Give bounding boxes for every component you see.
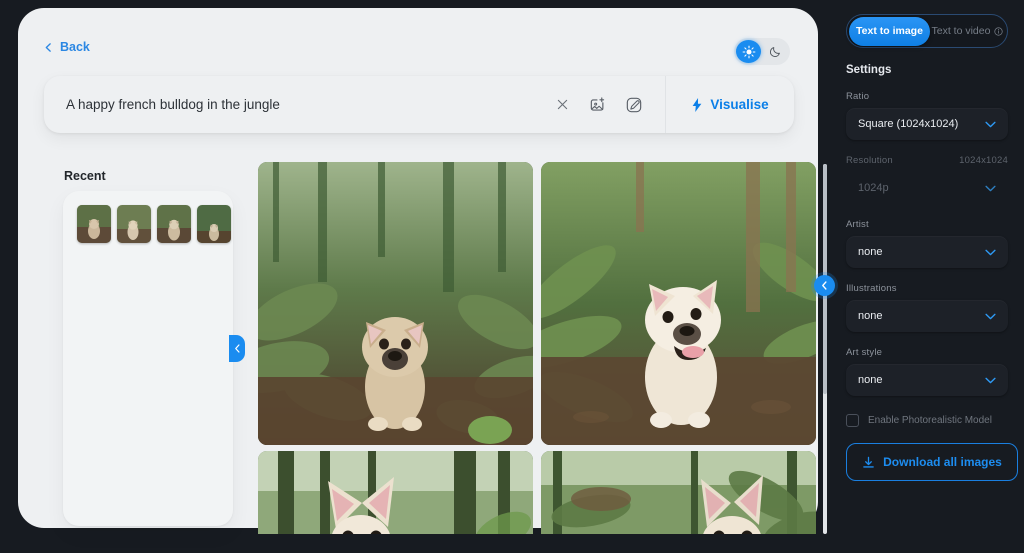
photorealistic-checkbox[interactable] <box>846 414 859 427</box>
generated-image[interactable] <box>258 451 533 534</box>
close-icon[interactable] <box>551 94 573 116</box>
brush-edit-icon[interactable] <box>623 94 645 116</box>
image-grid <box>258 162 818 534</box>
illustrations-value: none <box>858 310 883 322</box>
chevron-left-icon <box>44 42 53 52</box>
recent-thumbnail[interactable] <box>77 205 111 243</box>
theme-toggle[interactable] <box>734 38 790 65</box>
main-card: Back A happy french bulldog in the jungl… <box>18 8 827 534</box>
tab-text-to-image-label: Text to image <box>856 25 923 37</box>
prompt-actions <box>551 94 665 116</box>
recent-panel <box>63 191 233 526</box>
download-icon <box>862 456 875 469</box>
recent-thumbnail[interactable] <box>197 205 231 243</box>
generated-image[interactable] <box>541 162 816 445</box>
resolution-select: 1024p <box>846 172 1008 204</box>
art-style-value: none <box>858 374 883 386</box>
back-button-label: Back <box>60 40 90 54</box>
photorealistic-label: Enable Photorealistic Model <box>868 415 992 426</box>
chevron-down-icon <box>985 313 996 320</box>
recent-thumbnail[interactable] <box>157 205 191 243</box>
app-root: Back A happy french bulldog in the jungl… <box>0 0 1024 553</box>
ratio-label: Ratio <box>846 91 870 102</box>
art-style-select[interactable]: none <box>846 364 1008 396</box>
prompt-input[interactable] <box>66 97 551 112</box>
artist-label: Artist <box>846 219 869 230</box>
add-image-icon[interactable] <box>587 94 609 116</box>
photorealistic-checkbox-row[interactable]: Enable Photorealistic Model <box>846 414 1008 427</box>
download-all-images-button[interactable]: Download all images <box>846 443 1018 481</box>
recent-title: Recent <box>64 169 106 183</box>
chevron-left-icon <box>821 281 828 290</box>
resolution-label: Resolution <box>846 155 893 166</box>
chevron-down-icon <box>985 185 996 192</box>
chevron-left-icon <box>234 344 241 353</box>
sun-icon[interactable] <box>736 40 761 63</box>
resolution-hint: 1024x1024 <box>959 155 1008 166</box>
artist-value: none <box>858 246 883 258</box>
generated-image[interactable] <box>541 451 816 534</box>
visualise-button[interactable]: Visualise <box>666 76 794 133</box>
tab-text-to-video-label: Text to video <box>931 25 991 37</box>
moon-icon[interactable] <box>763 40 788 63</box>
chevron-down-icon <box>985 249 996 256</box>
tab-text-to-video[interactable]: Text to video <box>930 17 1005 46</box>
recent-thumbnails <box>77 205 233 243</box>
info-icon <box>994 26 1004 36</box>
lightning-bolt-icon <box>691 97 703 112</box>
illustrations-select[interactable]: none <box>846 300 1008 332</box>
prompt-input-wrap <box>44 76 551 133</box>
chevron-down-icon <box>985 377 996 384</box>
chevron-down-icon <box>985 121 996 128</box>
resolution-value: 1024p <box>858 182 889 194</box>
download-all-images-label: Download all images <box>883 455 1002 469</box>
settings-sidebar: Text to image Text to video Settings Rat… <box>830 0 1024 553</box>
ratio-select[interactable]: Square (1024x1024) <box>846 108 1008 140</box>
visualise-button-label: Visualise <box>710 97 769 112</box>
recent-collapse-handle[interactable] <box>229 335 245 362</box>
illustrations-label: Illustrations <box>846 283 897 294</box>
artist-select[interactable]: none <box>846 236 1008 268</box>
ratio-value: Square (1024x1024) <box>858 118 959 130</box>
settings-title: Settings <box>846 64 892 76</box>
generated-image[interactable] <box>258 162 533 445</box>
resolution-label-row: Resolution 1024x1024 <box>846 155 1008 166</box>
tab-text-to-image[interactable]: Text to image <box>849 16 930 46</box>
back-button[interactable]: Back <box>44 40 90 54</box>
recent-thumbnail[interactable] <box>117 205 151 243</box>
art-style-label: Art style <box>846 347 883 358</box>
prompt-bar: Visualise <box>44 76 794 133</box>
top-bar: Back <box>18 8 818 70</box>
mode-tabs: Text to image Text to video <box>846 14 1008 48</box>
sidebar-collapse-handle[interactable] <box>814 275 835 296</box>
